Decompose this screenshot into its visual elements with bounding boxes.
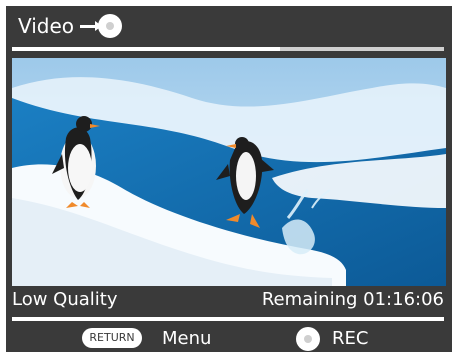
menu-label: Menu [162, 328, 212, 349]
rec-label: REC [332, 328, 369, 349]
top-progress-bar [12, 47, 444, 51]
record-disc-icon[interactable] [296, 327, 320, 351]
bottom-progress-bar [12, 317, 444, 321]
header: Video [6, 6, 452, 46]
screen-title: Video [18, 14, 75, 38]
return-button[interactable]: RETURN [82, 328, 142, 348]
disc-icon [98, 14, 122, 38]
arrow-icon [80, 21, 102, 31]
remaining-time: Remaining 01:16:06 [261, 289, 444, 310]
status-row: Low Quality Remaining 01:16:06 [6, 287, 452, 315]
video-preview [12, 58, 446, 286]
bottom-progress-fill [12, 317, 444, 321]
penguin-scene-image [12, 58, 446, 286]
top-progress-fill [12, 47, 280, 51]
video-screen: Video Low Quality Remaining 01:16:06 RET… [6, 6, 452, 352]
controls-row: RETURN Menu REC [6, 326, 452, 352]
quality-label: Low Quality [12, 289, 118, 310]
